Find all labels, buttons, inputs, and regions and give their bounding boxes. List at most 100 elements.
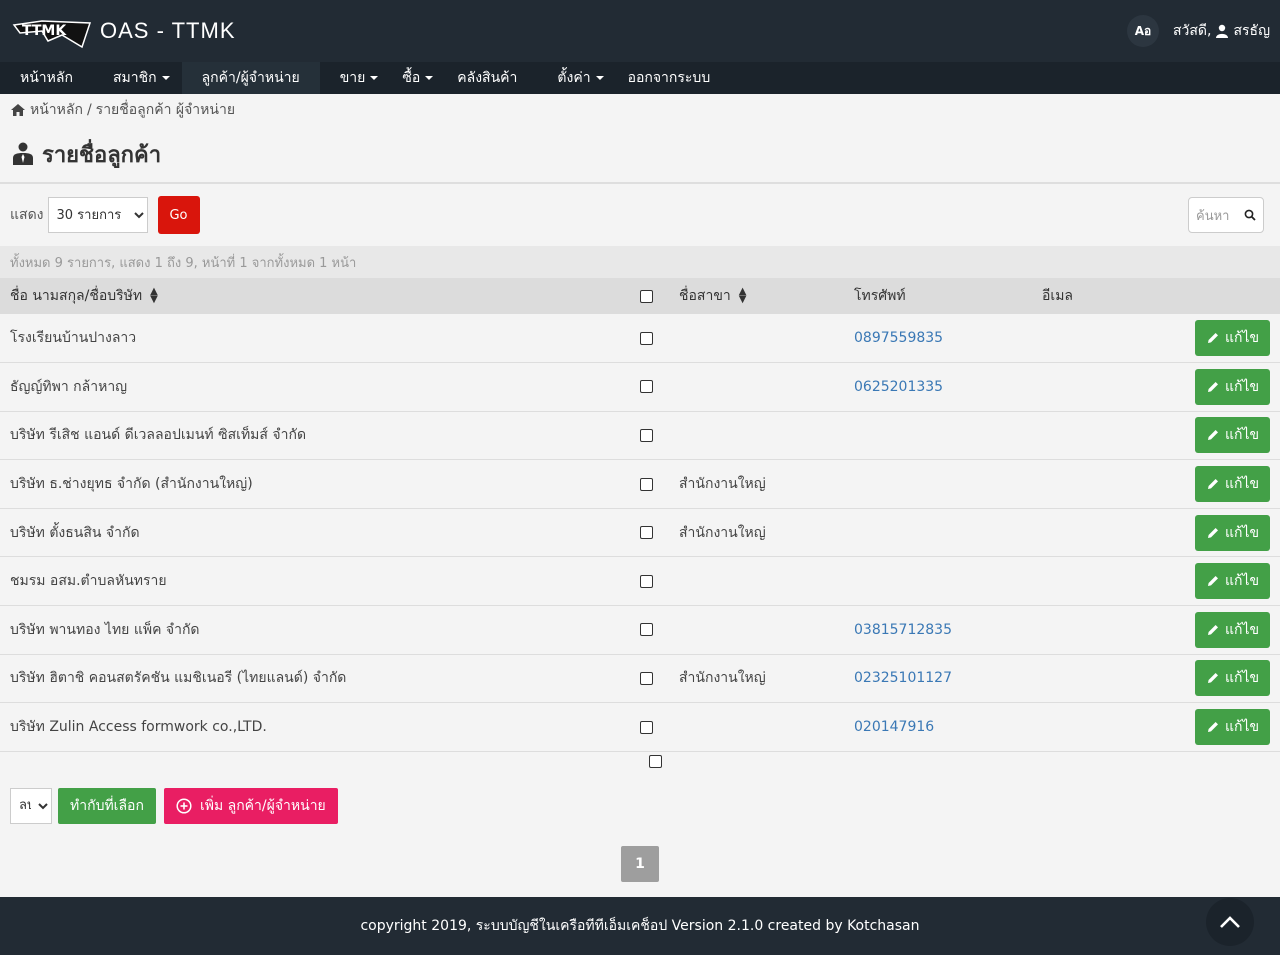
edit-label: แก้ไข (1224, 330, 1260, 347)
cell-actions: แก้ไข (1172, 654, 1280, 703)
table-header-row: ชื่อ นามสกุล/ชื่อบริษัท ▲ ▼ ชื่อสาขา ▲ ▼ โทร… (0, 278, 1280, 314)
cell-name: โรงเรียนบ้านปางลาว (10, 330, 137, 347)
edit-label: แก้ไข (1224, 476, 1260, 493)
cell-checkbox (640, 557, 669, 606)
nav-settings[interactable]: ตั้งค่า (529, 62, 615, 94)
app-title: OAS - TTMK (100, 18, 236, 43)
phone-link[interactable]: 020147916 (854, 719, 934, 735)
table-row: บริษัท ธ.ช่างยุทธ จำกัด (สำนักงานใหญ่) สำ… (0, 459, 1280, 509)
search-icon[interactable] (1244, 209, 1256, 221)
sort-icon[interactable]: ▲ ▼ (739, 287, 747, 305)
edit-label: แก้ไข (1224, 378, 1260, 395)
table-row: บริษัท ตั้งธนสิน จำกัด สำนักงานใหญ่ แก้ไข (0, 508, 1280, 557)
nav-logout[interactable]: ออกจากระบบ (616, 62, 723, 94)
edit-label: แก้ไข (1224, 621, 1260, 638)
row-checkbox[interactable] (640, 428, 653, 442)
sort-icon[interactable]: ▲ ▼ (150, 287, 158, 305)
cell-phone (844, 411, 1032, 460)
page-title: รายชื่อลูกค้า (42, 142, 162, 168)
nav-members[interactable]: สมาชิก (85, 62, 182, 94)
row-checkbox[interactable] (640, 623, 653, 637)
cell-actions: แก้ไข (1172, 314, 1280, 363)
phone-link[interactable]: 0897559835 (854, 330, 943, 346)
cell-phone: 0625201335 (844, 363, 1032, 412)
cell-checkbox (640, 606, 669, 655)
row-checkbox[interactable] (640, 331, 653, 345)
translate-icon[interactable]: Aอ (1126, 15, 1159, 47)
edit-button[interactable]: แก้ไข (1195, 368, 1270, 405)
edit-button[interactable]: แก้ไข (1195, 709, 1270, 746)
cell-name: บริษัท รีเสิช แอนด์ ดีเวลลอปเมนท์ ซิสเท็… (10, 427, 307, 444)
show-label: แสดง (10, 207, 44, 223)
edit-button[interactable]: แก้ไข (1195, 417, 1270, 454)
cell-email (1032, 508, 1172, 557)
go-button[interactable]: Go (157, 196, 200, 234)
add-customer-button[interactable]: เพิ่ม ลูกค้า/ผู้จำหน่าย (163, 787, 338, 824)
row-checkbox[interactable] (640, 526, 653, 540)
table-row: บริษัท รีเสิช แอนด์ ดีเวลลอปเมนท์ ซิสเท็… (0, 411, 1280, 460)
row-checkbox[interactable] (640, 574, 653, 588)
nav-customers[interactable]: ลูกค้า/ผู้จำหน่าย (181, 62, 320, 94)
nav-inventory[interactable]: คลังสินค้า (445, 62, 529, 94)
col-phone-header: โทรศัพท์ (854, 288, 906, 304)
trailing-row (0, 752, 1280, 772)
select-all-checkbox[interactable] (640, 289, 653, 303)
cell-checkbox (640, 411, 669, 460)
footer: copyright 2019, ระบบบัญชีในเครือทีทีเอ็ม… (0, 897, 1280, 955)
search-input[interactable]: ค้นหา (1188, 197, 1264, 233)
pencil-icon (1207, 576, 1218, 587)
cell-email (1032, 314, 1172, 363)
cell-email (1032, 654, 1172, 703)
apply-selected-button[interactable]: ทำกับที่เลือก (58, 787, 156, 824)
scroll-to-top-button[interactable] (1206, 898, 1254, 946)
pencil-icon (1207, 479, 1218, 490)
edit-button[interactable]: แก้ไข (1195, 466, 1270, 503)
row-checkbox[interactable] (640, 380, 653, 394)
cell-name: บริษัท Zulin Access formwork co.,LTD. (10, 719, 267, 736)
main-nav: หน้าหลัก สมาชิก ลูกค้า/ผู้จำหน่าย ขาย ซื… (0, 62, 1280, 94)
row-checkbox[interactable] (649, 754, 662, 768)
col-branch-header[interactable]: ชื่อสาขา ▲ ▼ (669, 278, 844, 314)
cell-email (1032, 411, 1172, 460)
cell-checkbox (640, 460, 669, 509)
breadcrumb-home[interactable]: หน้าหลัก (30, 99, 83, 121)
phone-link[interactable]: 02325101127 (854, 670, 952, 686)
row-checkbox[interactable] (640, 671, 653, 685)
cell-email (1032, 363, 1172, 412)
user-menu[interactable]: สวัสดี, สรธัญ (1173, 20, 1270, 42)
select-all-cell (640, 278, 669, 314)
customer-icon (13, 142, 33, 165)
col-name-header[interactable]: ชื่อ นามสกุล/ชื่อบริษัท ▲ ▼ (0, 278, 640, 314)
edit-button[interactable]: แก้ไข (1195, 611, 1270, 648)
chevron-down-icon (161, 76, 170, 80)
cell-actions: แก้ไข (1172, 411, 1280, 460)
chevron-down-icon (370, 76, 379, 80)
phone-link[interactable]: 03815712835 (854, 622, 952, 638)
cell-actions: แก้ไข (1172, 460, 1280, 509)
nav-members-label: สมาชิก (112, 70, 157, 86)
chevron-down-icon (425, 76, 434, 80)
row-checkbox[interactable] (640, 477, 653, 491)
edit-label: แก้ไข (1224, 427, 1260, 444)
cell-branch (669, 557, 844, 606)
nav-home[interactable]: หน้าหลัก (8, 62, 85, 94)
pencil-icon (1207, 722, 1218, 733)
table-row: ธัญญ์ทิพา กล้าหาญ 0625201335 แก้ไข (0, 362, 1280, 412)
nav-purchase[interactable]: ซื้อ (390, 62, 445, 94)
table-row: บริษัท พานทอง ไทย แพ็ค จำกัด 03815712835 แ… (0, 605, 1280, 655)
phone-link[interactable]: 0625201335 (854, 379, 943, 395)
edit-button[interactable]: แก้ไข (1195, 320, 1270, 357)
cell-branch: สำนักงานใหญ่ (679, 670, 766, 687)
nav-sales[interactable]: ขาย (320, 62, 391, 94)
per-page-select[interactable]: 30 รายการ (47, 197, 148, 233)
cell-checkbox (640, 654, 669, 703)
bulk-action-select[interactable]: ลบ (10, 787, 52, 824)
edit-button[interactable]: แก้ไข (1195, 563, 1270, 600)
edit-button[interactable]: แก้ไข (1195, 514, 1270, 551)
row-checkbox[interactable] (640, 720, 653, 734)
brand[interactable]: TTMK OAS - TTMK (12, 11, 236, 51)
edit-button[interactable]: แก้ไข (1195, 660, 1270, 697)
page-button[interactable]: 1 (621, 845, 659, 882)
pencil-icon (1207, 333, 1218, 344)
home-icon (11, 104, 25, 116)
